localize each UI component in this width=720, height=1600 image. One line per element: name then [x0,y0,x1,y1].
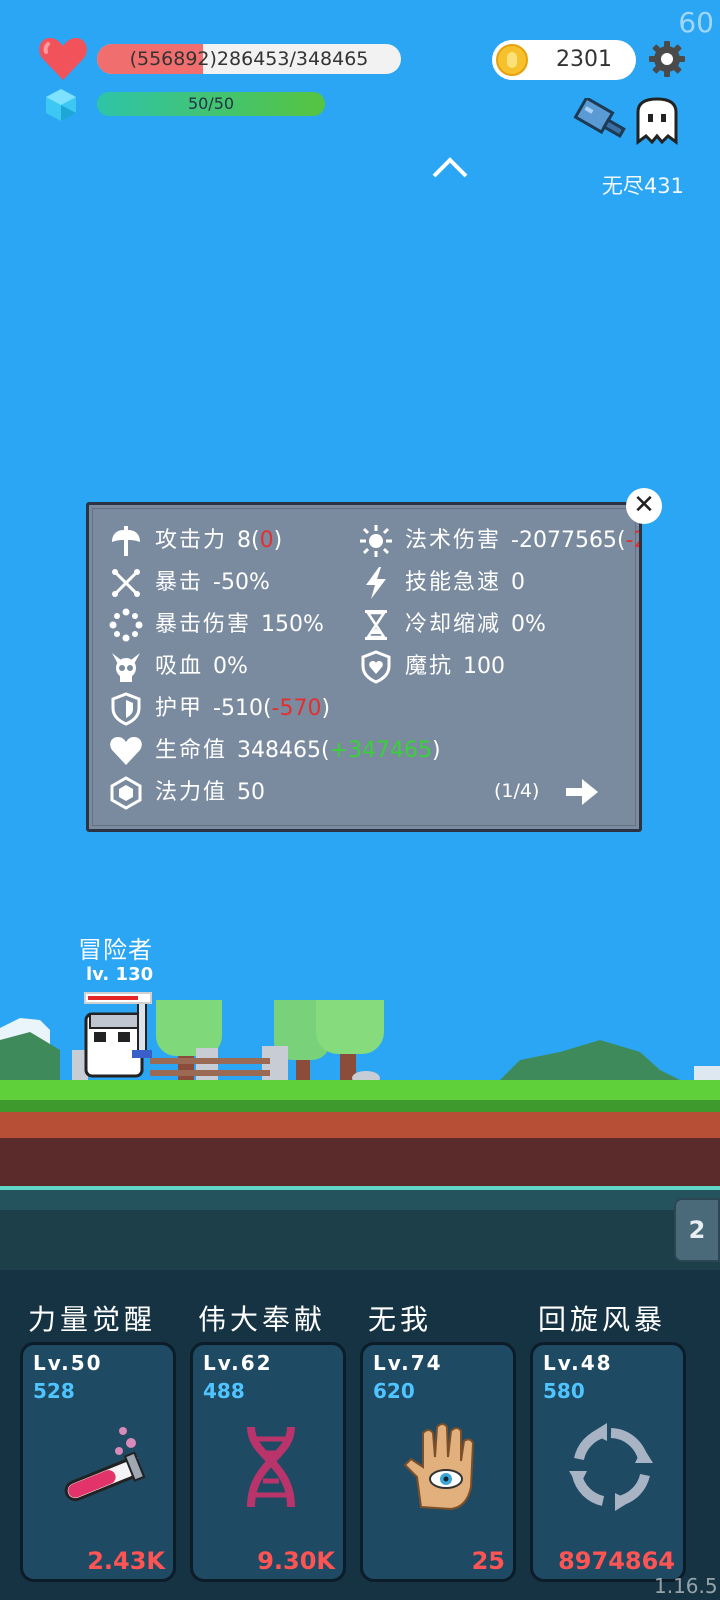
stat-crit-damage: 暴击伤害 150% [109,605,324,645]
skill-title-4: 回旋风暴 [538,1303,667,1336]
stat-attack: 攻击力 8(0) [109,521,282,561]
mana-bar: 50/50 [97,92,325,116]
chevron-up-icon[interactable] [430,154,470,180]
battle-axe-icon [112,526,140,556]
skill-value: 9.30K [257,1547,335,1575]
skill-level: Lv.74 [373,1351,443,1375]
skill-cost: 528 [33,1379,75,1403]
battle-scene [0,1000,720,1270]
skill-title-3: 无我 [368,1303,433,1336]
skill-value: 2.43K [87,1547,165,1575]
coin-counter: 2301 [492,40,636,80]
heart-outline-icon [110,737,142,765]
skill-cost: 620 [373,1379,415,1403]
skill-card-selfless[interactable]: Lv.74 620 25 [360,1342,516,1582]
stat-crit: 暴击 -50% [109,563,270,603]
skill-level: Lv.48 [543,1351,613,1375]
lightning-icon [366,567,386,599]
hero-level: lv. 130 [86,964,154,985]
stat-cooldown: 冷却缩减 0% [359,605,546,645]
heart-shield-icon [361,650,391,684]
close-button[interactable]: ✕ [626,488,662,524]
coin-amount: 2301 [556,47,612,72]
horned-skull-icon [112,653,140,682]
hourglass-icon [365,610,387,640]
skill-title-1: 力量觉醒 [28,1303,157,1336]
cleaver-icon[interactable] [573,98,629,142]
stat-armor: 护甲 -510(-570) [109,689,330,729]
stat-magic-resist: 魔抗 100 [359,647,505,687]
hero-hp-bar [84,992,152,1004]
wave-badge[interactable]: 2 [674,1198,720,1262]
mana-text: 50/50 [187,94,235,113]
stat-skill-haste: 技能急速 0 [359,563,525,603]
crystal-icon [110,776,142,810]
endless-level-label: 无尽431 [601,174,684,198]
coin-icon [496,44,528,76]
skill-value: 25 [471,1547,505,1575]
page-indicator: (1/4) [494,780,540,802]
mana-gem-icon [46,89,76,121]
skill-card-power-awakening[interactable]: Lv.50 528 2.43K [20,1342,176,1582]
stat-lifesteal: 吸血 0% [109,647,248,687]
skill-title-2: 伟大奉献 [198,1303,327,1336]
skill-card-great-devotion[interactable]: Lv.62 488 9.30K [190,1342,346,1582]
stat-mana: 法力值 50 [109,773,265,813]
skill-cost: 580 [543,1379,585,1403]
skill-card-whirlwind[interactable]: Lv.48 580 8974864 [530,1342,686,1582]
shield-icon [111,692,141,726]
hp-bar: (556892)286453/348465 [97,44,401,74]
stat-health: 生命值 348465(+347465) [109,731,441,771]
crit-ring-icon [109,608,143,642]
hero-name: 冒险者 [78,936,153,964]
skill-value: 8974864 [558,1547,675,1575]
heart-icon [39,38,87,80]
stat-magic-damage: 法术伤害-2077565(-2077 [359,521,639,561]
gear-icon[interactable] [648,40,686,78]
fps-counter: 60 [678,6,714,39]
crossed-swords-icon [112,569,140,597]
dna-icon [247,1426,295,1508]
potion-icon [64,1427,146,1502]
eye-hand-icon [403,1423,475,1511]
skill-cost: 488 [203,1379,245,1403]
ghost-icon[interactable] [632,96,682,146]
sun-icon [360,525,392,557]
hp-text: (556892)286453/348465 [129,48,369,70]
whirlwind-icon [569,1423,653,1511]
stats-panel: 攻击力 8(0) 暴击 -50% 暴击伤害 150% 吸血 0% 护甲 -510(-570… [86,502,642,832]
version-label: 1.16.5 [654,1574,718,1598]
arrow-right-icon[interactable] [564,776,600,808]
skill-level: Lv.50 [33,1351,103,1375]
skill-level: Lv.62 [203,1351,273,1375]
